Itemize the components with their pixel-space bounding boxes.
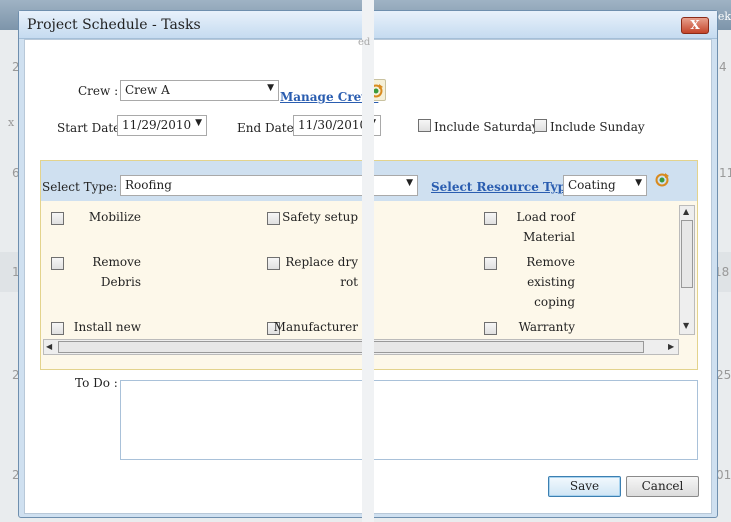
task-grid: Mobilize Safety setup Load roof Material Rem…	[41, 201, 679, 339]
chevron-down-icon: ▼	[635, 178, 642, 188]
include-saturday-checkbox[interactable]	[418, 119, 431, 132]
crew-label: Crew :	[78, 84, 119, 98]
type-select-value: Roofing	[125, 178, 172, 192]
task-grid-vertical-scrollbar[interactable]: ▲ ▼	[679, 205, 695, 335]
scroll-down-icon[interactable]: ▼	[683, 321, 689, 330]
select-resource-type-link[interactable]: Select Resource Type:	[431, 180, 578, 194]
close-icon: X	[690, 18, 700, 32]
calendar-week-label: ek	[717, 10, 731, 23]
task-label: Remove existing coping	[485, 252, 575, 312]
background-hint-text: ed	[358, 37, 371, 48]
scroll-thumb[interactable]	[58, 341, 644, 353]
calendar-day-number: 25	[716, 368, 731, 382]
cancel-button[interactable]: Cancel	[626, 476, 699, 497]
scroll-left-icon[interactable]: ◀	[46, 342, 52, 351]
todo-textarea[interactable]	[120, 380, 698, 460]
task-label-line: Material	[523, 230, 575, 244]
task-label-line: Remove	[92, 255, 141, 269]
task-label-line: Load roof	[516, 210, 575, 224]
include-sunday-checkbox[interactable]	[534, 119, 547, 132]
resource-type-select[interactable]: Coating ▼	[563, 175, 647, 196]
start-date-value: 11/29/2010	[122, 118, 192, 132]
end-date-label: End Date	[237, 121, 294, 135]
start-date-label: Start Date	[57, 121, 121, 135]
task-label: Mobilize	[51, 207, 141, 227]
resource-type-value: Coating	[568, 178, 616, 192]
task-label-line: Mobilize	[88, 210, 141, 224]
task-label-line: Warranty	[518, 320, 575, 334]
calendar-day-number: 11	[719, 166, 731, 180]
task-label: Install new	[51, 317, 141, 337]
start-date-picker[interactable]: 11/29/2010 ▼	[117, 115, 207, 136]
todo-label: To Do :	[75, 376, 118, 390]
task-label: Load roof Material	[485, 207, 575, 247]
task-label: Warranty	[485, 317, 575, 337]
task-grid-horizontal-scrollbar[interactable]: ◀ ▶	[43, 339, 679, 355]
task-label-line: Replace dry	[285, 255, 358, 269]
refresh-icon	[655, 173, 669, 187]
save-button[interactable]: Save	[548, 476, 621, 497]
task-label-line: coping	[534, 295, 575, 309]
end-date-value: 11/30/2010	[298, 118, 368, 132]
refresh-tasks-button[interactable]	[651, 169, 673, 191]
crew-select[interactable]: Crew A ▼	[120, 80, 279, 101]
task-label-line: Remove	[526, 255, 575, 269]
task-label-line: Safety setup	[282, 210, 358, 224]
task-label: Remove Debris	[51, 252, 141, 292]
calendar-day-number: 01	[716, 468, 731, 482]
task-label-line: Install new	[73, 320, 141, 334]
include-sunday-label: Include Sunday	[550, 120, 645, 134]
calendar-side-mark: x	[8, 116, 15, 129]
task-label: Replace dry rot	[268, 252, 358, 292]
task-label-line: rot	[340, 275, 358, 289]
chevron-down-icon: ▼	[406, 178, 413, 188]
calendar-day-number: 4	[719, 60, 727, 74]
task-label: Safety setup	[268, 207, 358, 227]
task-label-line: Manufacturer	[273, 320, 358, 334]
background-divider-strip: ed	[358, 0, 374, 522]
include-saturday-label: Include Saturday	[434, 120, 539, 134]
close-button[interactable]: X	[681, 17, 709, 34]
task-label-line: Debris	[100, 275, 141, 289]
chevron-down-icon: ▼	[195, 118, 202, 128]
scroll-up-icon[interactable]: ▲	[683, 207, 689, 216]
task-label-line: existing	[527, 275, 575, 289]
scroll-right-icon[interactable]: ▶	[668, 342, 674, 351]
dialog-title: Project Schedule - Tasks	[27, 17, 201, 33]
select-type-label: Select Type:	[42, 180, 118, 194]
chevron-down-icon: ▼	[267, 83, 274, 93]
task-label: Manufacturer	[268, 317, 358, 337]
crew-select-value: Crew A	[125, 83, 170, 97]
scroll-thumb[interactable]	[681, 220, 693, 288]
